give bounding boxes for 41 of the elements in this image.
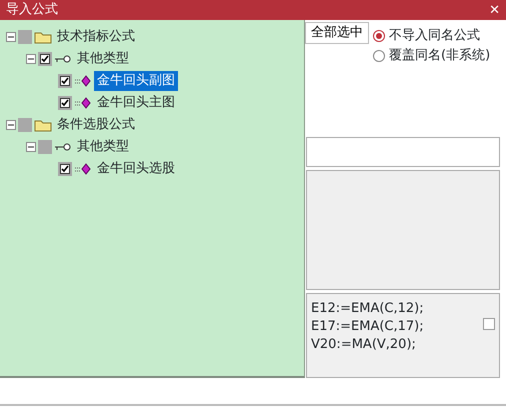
tree-item[interactable]: 金牛回头选股 [94,159,178,179]
diamond-icon [74,75,92,87]
code-line: E12:=EMA(C,12); [311,300,424,318]
tree-item[interactable]: 条件选股公式 [54,115,138,135]
checkbox[interactable] [38,140,52,154]
tree-item[interactable]: 其他类型 [74,137,132,157]
window-title: 导入公式 [6,1,58,20]
code-line: E17:=EMA(C,17); [311,318,424,336]
key-icon [54,54,72,64]
check-icon [40,54,50,64]
radio-label: 覆盖同名(非系统) [389,47,490,66]
checkbox[interactable] [58,74,72,88]
tree-item[interactable]: 金牛回头主图 [94,93,178,113]
expander-icon[interactable] [26,142,36,152]
checkbox[interactable] [483,318,495,330]
diamond-icon [74,97,92,109]
tree-item[interactable]: 金牛回头副图 [94,71,178,91]
checkbox[interactable] [18,118,32,132]
tree-item[interactable]: 其他类型 [74,49,132,69]
folder-icon [34,30,52,44]
input-field[interactable] [306,137,500,167]
tree-item[interactable]: 技术指标公式 [54,27,138,47]
diamond-icon [74,163,92,175]
close-button[interactable]: ✕ [489,4,500,16]
check-icon [60,164,70,174]
radio-label: 不导入同名公式 [389,27,480,46]
checkbox[interactable] [38,52,52,66]
check-icon [60,98,70,108]
checkbox[interactable] [58,162,72,176]
folder-icon [34,118,52,132]
check-icon [60,76,70,86]
expander-icon[interactable] [6,32,16,42]
code-line: V20:=MA(V,20); [311,336,417,354]
expander-icon[interactable] [6,120,16,130]
radio-button[interactable] [373,50,385,62]
checkbox[interactable] [18,30,32,44]
checkbox[interactable] [58,96,72,110]
select-all-button[interactable]: 全部选中 [305,22,369,44]
radio-button[interactable] [373,30,385,42]
expander-icon[interactable] [26,54,36,64]
key-icon [54,142,72,152]
